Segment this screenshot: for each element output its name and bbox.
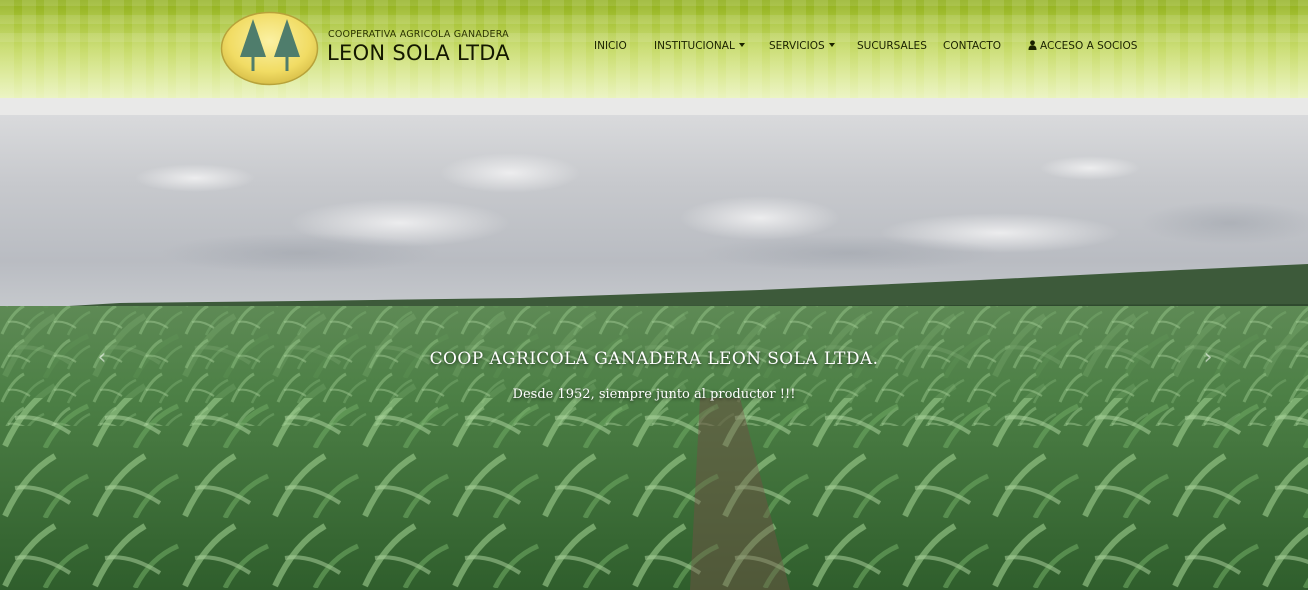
nav-item-label: CONTACTO bbox=[943, 40, 1002, 52]
hero-carousel: ‹ › COOP AGRICOLA GANADERA LEON SOLA LTD… bbox=[0, 98, 1308, 590]
hero-background-image bbox=[0, 98, 1308, 590]
nav-item-sucursales[interactable]: SUCURSALES bbox=[857, 38, 927, 54]
nav-item-label: SERVICIOS bbox=[769, 40, 825, 52]
brand-name: LEON SOLA LTDA bbox=[327, 41, 510, 65]
hero-subtitle: Desde 1952, siempre junto al productor !… bbox=[512, 387, 796, 402]
brand-subtitle: COOPERATIVA AGRICOLA GANADERA bbox=[328, 29, 509, 40]
caret-down-icon bbox=[738, 43, 745, 47]
twin-trees-logo-icon bbox=[220, 11, 319, 86]
nav-item-institucional[interactable]: INSTITUCIONAL bbox=[654, 38, 745, 54]
hero-title: COOP AGRICOLA GANADERA LEON SOLA LTDA. bbox=[429, 349, 879, 369]
nav-item-label: ACCESO A SOCIOS bbox=[1040, 40, 1138, 52]
nav-item-acceso-socios[interactable]: ACCESO A SOCIOS bbox=[1028, 38, 1137, 54]
nav-item-label: INICIO bbox=[594, 40, 627, 52]
user-icon bbox=[1028, 40, 1037, 50]
brand-logo-link[interactable]: COOPERATIVA AGRICOLA GANADERA LEON SOLA … bbox=[220, 11, 510, 87]
nav-item-label: INSTITUCIONAL bbox=[654, 40, 735, 52]
caret-down-icon bbox=[828, 43, 835, 47]
nav-item-servicios[interactable]: SERVICIOS bbox=[769, 38, 835, 54]
nav-item-inicio[interactable]: INICIO bbox=[594, 38, 627, 54]
nav-item-contacto[interactable]: CONTACTO bbox=[943, 38, 1001, 54]
nav-item-label: SUCURSALES bbox=[857, 40, 927, 52]
site-header: COOPERATIVA AGRICOLA GANADERA LEON SOLA … bbox=[0, 0, 1308, 98]
